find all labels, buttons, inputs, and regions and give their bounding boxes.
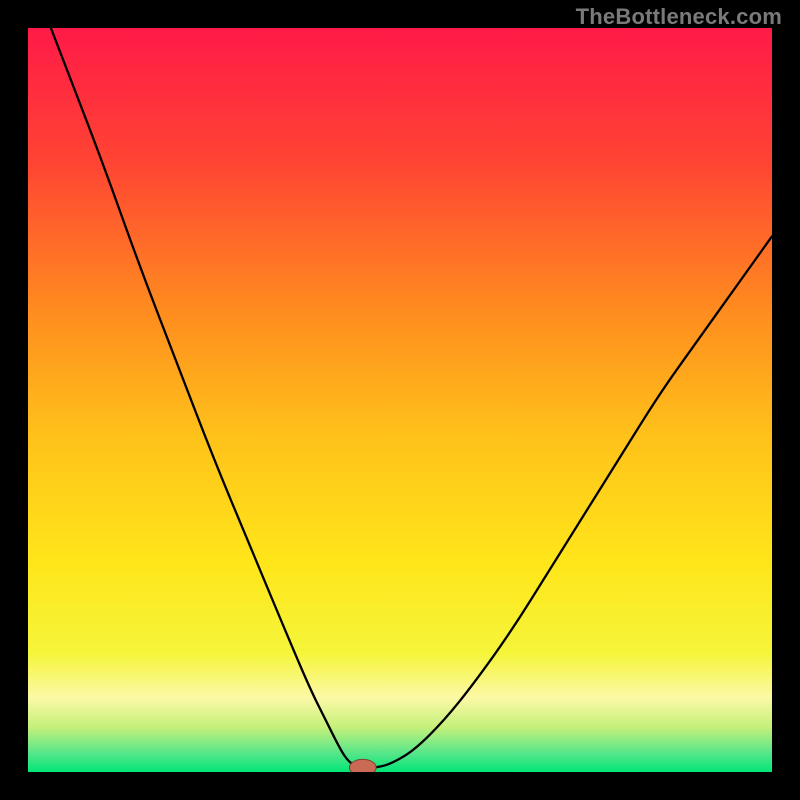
chart-svg — [28, 28, 772, 772]
plot-area — [28, 28, 772, 772]
optimal-marker — [349, 759, 376, 772]
watermark-text: TheBottleneck.com — [576, 4, 782, 30]
chart-frame: TheBottleneck.com — [0, 0, 800, 800]
gradient-background — [28, 28, 772, 772]
